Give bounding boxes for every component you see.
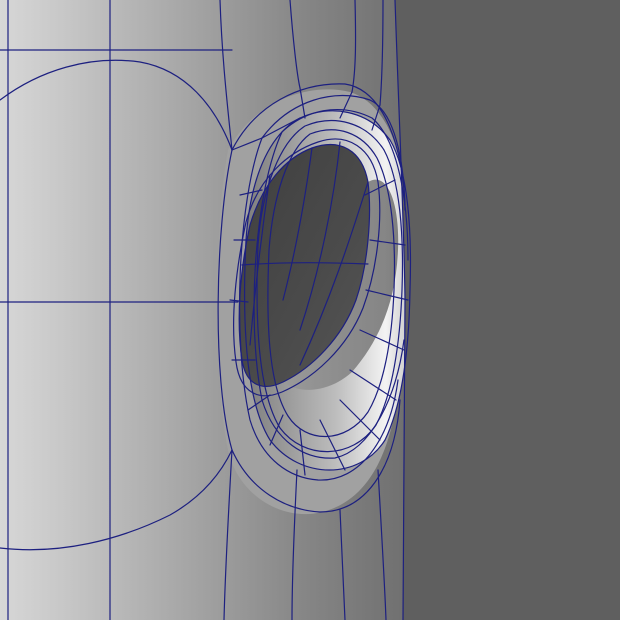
viewport-3d[interactable]: [0, 0, 620, 620]
wireframe-render: [0, 0, 620, 620]
right-side-plane: [395, 0, 620, 620]
